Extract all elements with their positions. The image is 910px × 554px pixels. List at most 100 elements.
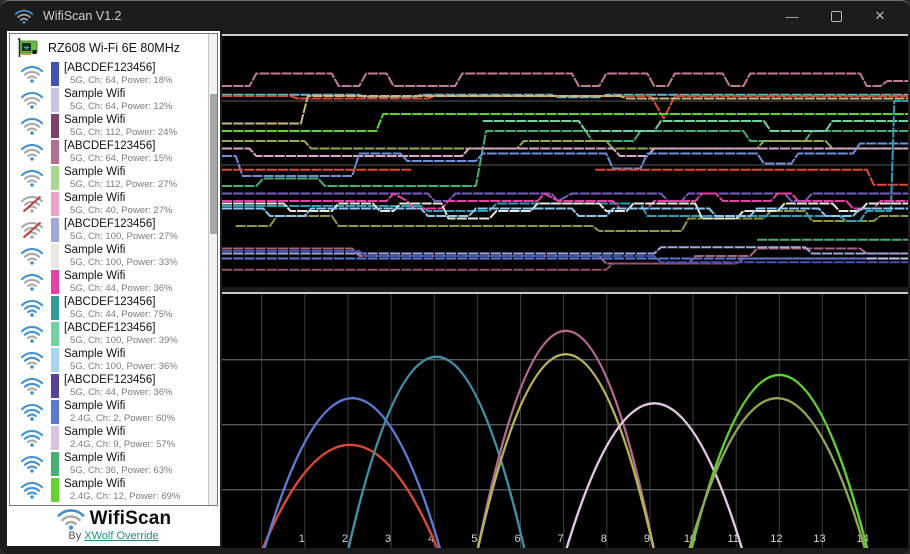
svg-text:5: 5 bbox=[471, 533, 477, 545]
network-details: 5G, Ch: 44, Power: 36% bbox=[70, 283, 173, 294]
wifi-signal-icon bbox=[20, 195, 44, 213]
network-details: 5G, Ch: 64, Power: 15% bbox=[70, 153, 173, 164]
scrollbar[interactable] bbox=[208, 34, 217, 505]
network-name: Sample Wifi bbox=[64, 452, 126, 464]
network-color-swatch bbox=[51, 192, 59, 216]
network-details: 5G, Ch: 44, Power: 75% bbox=[70, 309, 173, 320]
network-name: [ABCDEF123456] bbox=[64, 374, 156, 386]
network-color-swatch bbox=[51, 270, 59, 294]
network-item[interactable]: Sample Wifi 5G, Ch: 64, Power: 12% bbox=[10, 87, 208, 113]
wifi-signal-icon bbox=[20, 247, 44, 265]
network-color-swatch bbox=[51, 244, 59, 268]
wifi-signal-icon bbox=[20, 91, 44, 109]
svg-text:7: 7 bbox=[558, 533, 564, 545]
network-color-swatch bbox=[51, 452, 59, 476]
wifi-signal-icon bbox=[20, 377, 44, 395]
wifi-signal-icon bbox=[20, 169, 44, 187]
network-item[interactable]: Sample Wifi 5G, Ch: 40, Power: 27% bbox=[10, 191, 208, 217]
network-details: 5G, Ch: 100, Power: 33% bbox=[70, 257, 178, 268]
footer-byline: By XWolf Override bbox=[7, 530, 220, 542]
network-details: 5G, Ch: 36, Power: 63% bbox=[70, 465, 173, 476]
network-item[interactable]: [ABCDEF123456] 5G, Ch: 64, Power: 15% bbox=[10, 139, 208, 165]
network-adapter-icon bbox=[18, 37, 38, 57]
author-link[interactable]: XWolf Override bbox=[84, 530, 158, 542]
maximize-icon bbox=[830, 10, 842, 22]
network-item[interactable]: Sample Wifi 5G, Ch: 44, Power: 36% bbox=[10, 269, 208, 295]
network-name: [ABCDEF123456] bbox=[64, 322, 156, 334]
app-logo-icon bbox=[14, 9, 34, 24]
network-color-swatch bbox=[51, 218, 59, 242]
network-item[interactable]: [ABCDEF123456] 5G, Ch: 100, Power: 39% bbox=[10, 321, 208, 347]
network-item[interactable]: [ABCDEF123456] 5G, Ch: 44, Power: 36% bbox=[10, 373, 208, 399]
network-color-swatch bbox=[51, 166, 59, 190]
network-name: [ABCDEF123456] bbox=[64, 62, 156, 74]
wifi-signal-icon bbox=[20, 65, 44, 83]
sidebar-footer: WifiScan By XWolf Override bbox=[7, 506, 220, 546]
network-details: 2.4G, Ch: 9, Power: 57% bbox=[70, 439, 176, 450]
network-color-swatch bbox=[51, 296, 59, 320]
network-details: 5G, Ch: 112, Power: 24% bbox=[70, 127, 178, 138]
network-list: [ABCDEF123456] 5G, Ch: 64, Power: 18% Sa… bbox=[10, 61, 208, 505]
network-item[interactable]: Sample Wifi 2.4G, Ch: 9, Power: 57% bbox=[10, 425, 208, 451]
network-color-swatch bbox=[51, 114, 59, 138]
network-name: Sample Wifi bbox=[64, 244, 126, 256]
network-name: Sample Wifi bbox=[64, 478, 126, 490]
footer-app-name: WifiScan bbox=[89, 508, 172, 529]
network-color-swatch bbox=[51, 478, 59, 502]
wifi-signal-icon bbox=[20, 273, 44, 291]
network-color-swatch bbox=[51, 374, 59, 398]
network-details: 5G, Ch: 40, Power: 27% bbox=[70, 205, 173, 216]
wifi-signal-icon bbox=[20, 299, 44, 317]
network-name: Sample Wifi bbox=[64, 192, 126, 204]
app-window: WifiScan V1.2 — ✕ RZ608 Wi-Fi 6E 80MHz [… bbox=[0, 0, 910, 554]
window-controls: — ✕ bbox=[770, 1, 902, 31]
scrollbar-thumb[interactable] bbox=[210, 94, 217, 234]
network-item[interactable]: Sample Wifi 5G, Ch: 112, Power: 27% bbox=[10, 165, 208, 191]
network-item[interactable]: Sample Wifi 2.4G, Ch: 2, Power: 60% bbox=[10, 399, 208, 425]
maximize-button[interactable] bbox=[814, 1, 858, 31]
wifi-signal-icon bbox=[20, 429, 44, 447]
network-name: [ABCDEF123456] bbox=[64, 296, 156, 308]
network-name: Sample Wifi bbox=[64, 270, 126, 282]
network-name: [ABCDEF123456] bbox=[64, 140, 156, 152]
network-item[interactable]: [ABCDEF123456] 5G, Ch: 44, Power: 75% bbox=[10, 295, 208, 321]
network-name: [ABCDEF123456] bbox=[64, 218, 156, 230]
channel-spectrum-chart: 1 2 3 4 5 6 7 8 9 10 11 12 13 14 bbox=[222, 292, 908, 548]
network-color-swatch bbox=[51, 348, 59, 372]
network-item[interactable]: [ABCDEF123456] 5G, Ch: 64, Power: 18% bbox=[10, 61, 208, 87]
network-item[interactable]: Sample Wifi 2.4G, Ch: 12, Power: 69% bbox=[10, 477, 208, 503]
network-details: 5G, Ch: 100, Power: 39% bbox=[70, 335, 178, 346]
network-details: 2.4G, Ch: 2, Power: 60% bbox=[70, 413, 176, 424]
wifi-signal-icon bbox=[20, 143, 44, 161]
network-item[interactable]: Sample Wifi 5G, Ch: 112, Power: 24% bbox=[10, 113, 208, 139]
network-color-swatch bbox=[51, 426, 59, 450]
network-details: 5G, Ch: 100, Power: 27% bbox=[70, 231, 178, 242]
svg-text:3: 3 bbox=[385, 533, 391, 545]
svg-text:13: 13 bbox=[813, 533, 825, 545]
wifi-signal-icon bbox=[20, 403, 44, 421]
network-name: Sample Wifi bbox=[64, 88, 126, 100]
network-name: Sample Wifi bbox=[64, 348, 126, 360]
wifi-signal-icon bbox=[20, 221, 44, 239]
adapter-row[interactable]: RZ608 Wi-Fi 6E 80MHz bbox=[10, 34, 217, 61]
network-color-swatch bbox=[51, 140, 59, 164]
svg-text:12: 12 bbox=[770, 533, 782, 545]
network-name: Sample Wifi bbox=[64, 426, 126, 438]
network-name: Sample Wifi bbox=[64, 166, 126, 178]
network-item[interactable]: Sample Wifi 5G, Ch: 36, Power: 63% bbox=[10, 451, 208, 477]
close-button[interactable]: ✕ bbox=[858, 1, 902, 31]
wifi-signal-icon bbox=[20, 481, 44, 499]
network-details: 5G, Ch: 64, Power: 18% bbox=[70, 75, 173, 86]
minimize-button[interactable]: — bbox=[770, 1, 814, 31]
network-color-swatch bbox=[51, 88, 59, 112]
network-name: Sample Wifi bbox=[64, 400, 126, 412]
network-item[interactable]: Sample Wifi 5G, Ch: 100, Power: 36% bbox=[10, 347, 208, 373]
network-item[interactable]: [ABCDEF123456] 5G, Ch: 100, Power: 27% bbox=[10, 217, 208, 243]
wifi-signal-icon bbox=[20, 325, 44, 343]
network-details: 2.4G, Ch: 12, Power: 69% bbox=[70, 491, 181, 502]
svg-text:9: 9 bbox=[644, 533, 650, 545]
svg-text:1: 1 bbox=[299, 533, 305, 545]
network-item[interactable]: Sample Wifi 5G, Ch: 100, Power: 33% bbox=[10, 243, 208, 269]
wifi-signal-icon bbox=[20, 455, 44, 473]
adapter-name: RZ608 Wi-Fi 6E 80MHz bbox=[48, 40, 180, 55]
